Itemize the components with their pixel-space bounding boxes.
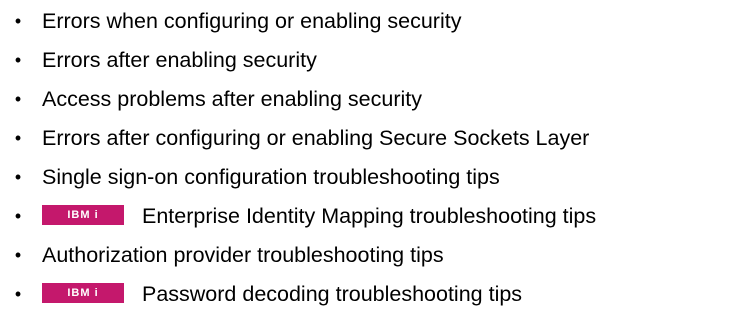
topic-link-access-problems[interactable]: Access problems after enabling security (42, 87, 422, 111)
bullet-icon: • (14, 167, 22, 187)
ibm-i-platform-badge: IBM i (42, 205, 124, 226)
bullet-icon: • (14, 245, 22, 265)
ibm-i-platform-badge: IBM i (42, 283, 124, 304)
bullet-icon: • (14, 284, 22, 304)
troubleshooting-topic-list: • Errors when configuring or enabling se… (0, 3, 750, 315)
topic-link-sso-tips[interactable]: Single sign-on configuration troubleshoo… (42, 165, 500, 189)
bullet-icon: • (14, 11, 22, 31)
bullet-icon: • (14, 128, 22, 148)
topic-link-authorization-tips[interactable]: Authorization provider troubleshooting t… (42, 243, 444, 267)
list-item-sso-tips: • Single sign-on configuration troublesh… (0, 159, 750, 198)
bullet-icon: • (14, 50, 22, 70)
bullet-icon: • (14, 206, 22, 226)
bullet-icon: • (14, 89, 22, 109)
topic-link-password-decoding-tips[interactable]: Password decoding troubleshooting tips (142, 282, 522, 306)
list-item-authorization-tips: • Authorization provider troubleshooting… (0, 237, 750, 276)
list-item-post-enable-errors: • Errors after enabling security (0, 42, 750, 81)
topic-link-eim-tips[interactable]: Enterprise Identity Mapping troubleshoot… (142, 204, 596, 228)
list-item-ssl-errors: • Errors after configuring or enabling S… (0, 120, 750, 159)
list-item-config-errors: • Errors when configuring or enabling se… (0, 3, 750, 42)
list-item-access-problems: • Access problems after enabling securit… (0, 81, 750, 120)
list-item-password-decoding-tips: • IBM i Password decoding troubleshootin… (0, 276, 750, 315)
topic-link-post-enable-errors[interactable]: Errors after enabling security (42, 48, 317, 72)
list-item-eim-tips: • IBM i Enterprise Identity Mapping trou… (0, 198, 750, 237)
topic-link-ssl-errors[interactable]: Errors after configuring or enabling Sec… (42, 126, 589, 150)
topic-link-config-errors[interactable]: Errors when configuring or enabling secu… (42, 9, 461, 33)
